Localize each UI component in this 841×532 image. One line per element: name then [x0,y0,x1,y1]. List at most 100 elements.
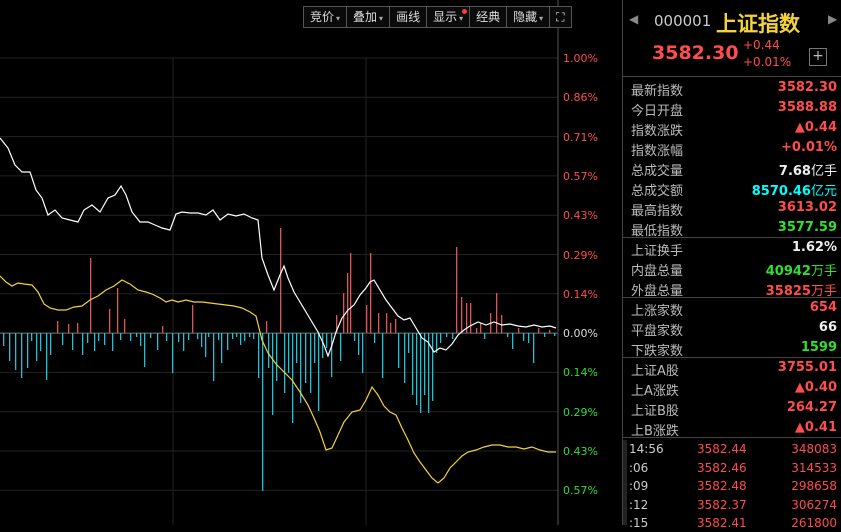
stat-value: 654 [809,300,837,315]
stat-value-group: 8570.46亿元 [752,180,837,199]
volume-bar [162,326,164,333]
volume-bar [284,333,286,393]
volume-bar [354,333,356,341]
dropdown-arrow-icon: ▾ [379,14,384,23]
stat-value-group: 1.62% [792,240,837,255]
volume-bar [480,323,482,333]
stat-label: 总成交额 [631,184,684,199]
volume-bar [424,333,426,395]
dropdown-arrow-icon: ▾ [459,14,464,23]
y-axis-label: 0.29% [563,248,598,262]
stat-row: 最低指数 3577.59 [623,218,837,239]
tick-time: :09 [629,479,649,493]
stat-row: 指数涨跌 ▲0.44 [623,118,837,139]
volume-bar [140,333,142,346]
tick-volume: 314533 [791,460,837,475]
volume-bar [50,333,52,355]
volume-bar [205,333,207,357]
volume-bar [62,333,64,345]
add-watchlist-button[interactable]: + [809,48,827,66]
volume-bar [366,305,368,333]
volume-bar [358,333,360,355]
volume-bar [258,333,260,378]
volume-bar [262,333,264,491]
volume-bar [197,333,199,339]
stat-row: 总成交量 7.68亿手 [623,158,837,179]
volume-bar [213,333,215,381]
volume-bar [416,333,418,405]
next-stock-icon[interactable]: ▶ [828,12,837,26]
quote-header: ◀ 000001 上证指数 ▶ 3582.30 +0.44 +0.01% + [623,0,841,77]
stat-value-group: 3582.30 [778,80,837,95]
stat-value-group: ▲0.40 [795,380,837,395]
toolbar-button-label: 叠加 [353,10,378,24]
divider [623,437,841,438]
volume-bar [331,333,333,377]
stat-label: 指数涨幅 [631,144,684,159]
volume-bar [305,333,307,383]
stat-row: 外盘总量 35825万手 [623,278,837,299]
trade-tick-row: :09 3582.48 298658 [623,477,837,495]
tick-price: 3582.46 [697,460,747,475]
toolbar-button-4[interactable]: 经典 [469,6,508,28]
volume-bar [382,333,384,378]
volume-bar [192,305,194,333]
stat-value-group: 40942万手 [766,260,837,279]
volume-bar [272,333,274,415]
volume-bar [157,333,159,350]
stat-row: 上证换手 1.62% [623,238,837,259]
volume-bar [31,333,33,341]
current-price: 3582.30 [652,42,739,64]
stat-value-group: ▲0.41 [795,420,837,435]
stat-value: ▲0.41 [794,420,837,435]
volume-bar [310,333,312,393]
volume-bar [292,333,294,423]
toolbar-button-1[interactable]: 叠加 ▾ [346,6,391,28]
avg-price-line [0,275,556,484]
volume-bar [36,333,38,361]
stat-value-group: 3577.59 [778,220,837,235]
stat-row: 内盘总量 40942万手 [623,258,837,279]
stat-unit: 亿元 [810,184,837,199]
volume-bar [188,333,190,340]
volume-bar [232,333,234,339]
stat-value: 7.68 [778,164,811,179]
volume-bar [538,328,540,333]
volume-bar [408,333,410,353]
expand-icon[interactable]: ⛶ [549,6,572,28]
prev-stock-icon[interactable]: ◀ [629,12,638,26]
y-axis-label: 1.00% [563,52,598,65]
toolbar-button-2[interactable]: 画线 [389,6,428,28]
toolbar-button-label: 显示 [433,10,458,24]
volume-bar [82,333,84,355]
stat-value: 66 [818,320,837,335]
stat-row: 最高指数 3613.02 [623,198,837,219]
volume-bar [374,333,376,343]
intraday-chart[interactable]: 竞价 ▾ 叠加 ▾ 画线 显示 ▾ 经典 隐藏 ▾ ⛶ 1.00% 0.86% 0.71% 0.57% 0.… [0,0,621,525]
tick-time: :15 [629,516,649,530]
volume-bar [183,333,185,351]
volume-bar [507,333,509,337]
volume-bar [288,333,290,373]
toolbar-button-label: 经典 [476,10,501,24]
stat-value-group: 3755.01 [778,360,837,375]
chart-toolbar: 竞价 ▾ 叠加 ▾ 画线 显示 ▾ 经典 隐藏 ▾ ⛶ [303,6,572,28]
volume-bar [218,333,220,340]
stat-label: 上证B股 [631,404,679,419]
stat-value-group: +0.01% [781,140,837,155]
toolbar-button-0[interactable]: 竞价 ▾ [303,6,348,28]
stat-row: 今日开盘 3588.88 [623,98,837,119]
stat-value-group: 7.68亿手 [779,160,837,179]
stat-value-group: 66 [819,320,837,335]
volume-bar [9,333,11,361]
volume-bar [523,333,525,341]
y-axis-label: 0.43% [563,445,598,458]
volume-bar [40,333,42,351]
volume-bar [87,333,89,343]
volume-bar [208,333,210,337]
toolbar-button-5[interactable]: 隐藏 ▾ [506,6,551,28]
volume-bar [370,253,372,333]
tick-price: 3582.37 [697,497,747,512]
toolbar-button-3[interactable]: 显示 ▾ [426,6,471,28]
volume-bar [46,333,48,380]
